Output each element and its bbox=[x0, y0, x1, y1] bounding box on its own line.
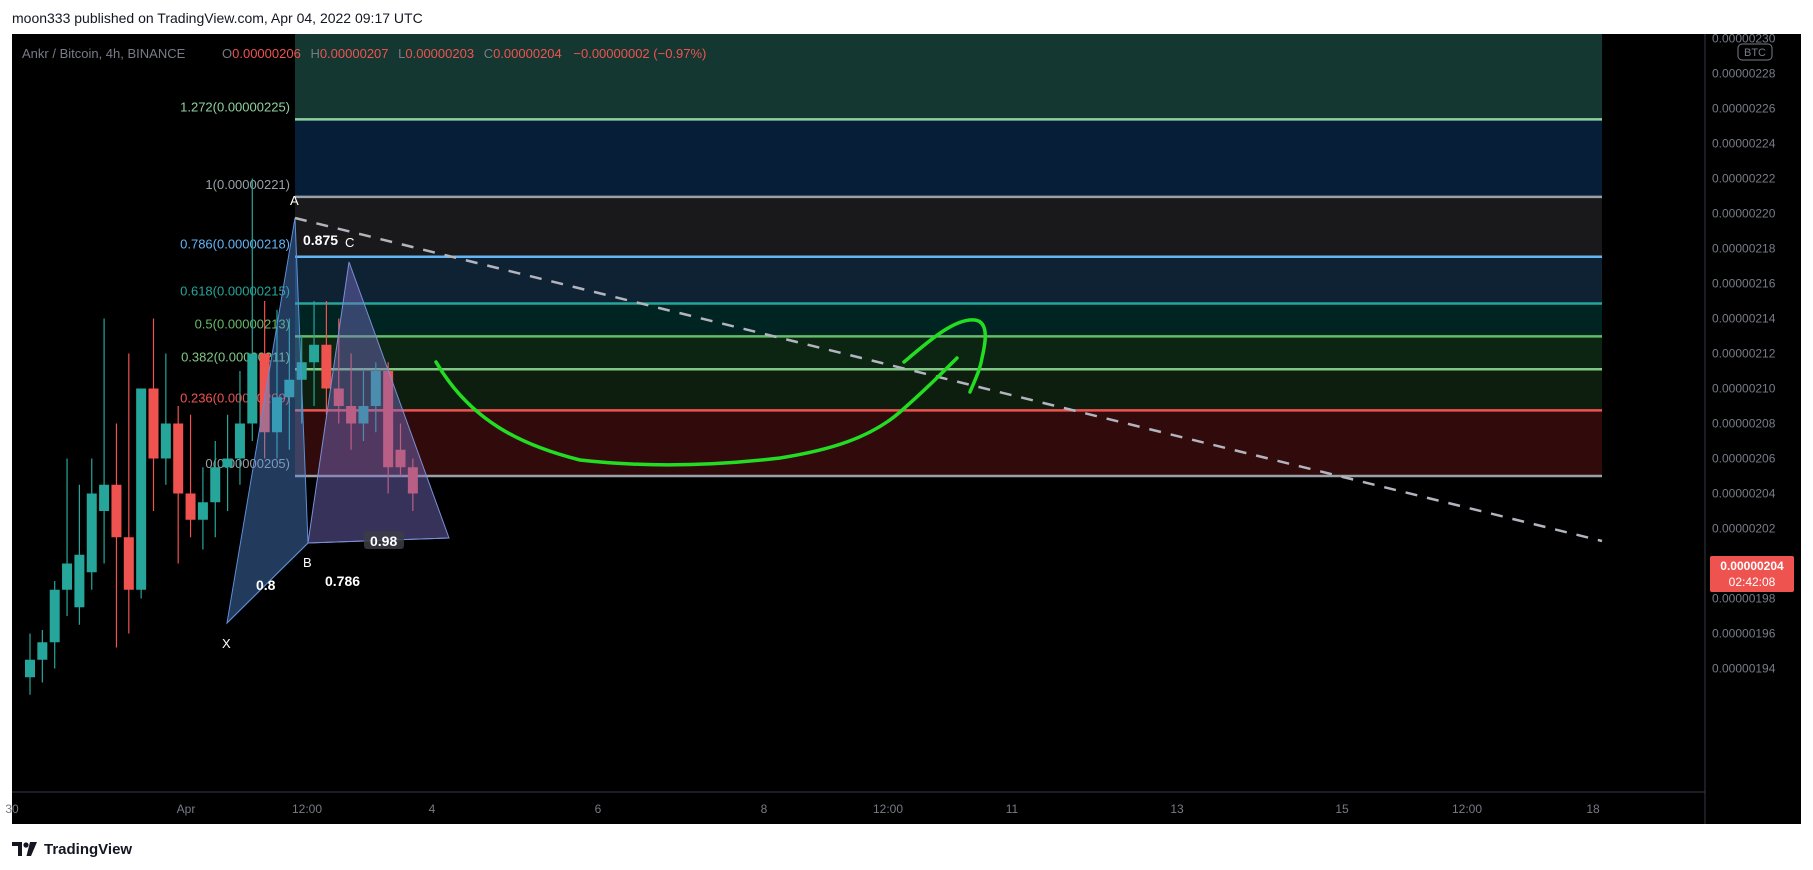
candle-body bbox=[234, 423, 245, 459]
fib-label-4: 0.5(0.00000213) bbox=[195, 316, 290, 331]
fib-zone-0 bbox=[295, 119, 1602, 197]
fib-zone-1 bbox=[295, 196, 1602, 257]
time-label: Apr bbox=[177, 802, 196, 816]
fib-zone-5 bbox=[295, 369, 1602, 411]
ratio-label-xab: 0.8 bbox=[256, 577, 276, 593]
candle-body bbox=[247, 353, 258, 424]
price-label: 0.00000216 bbox=[1712, 277, 1776, 291]
candle-body bbox=[123, 537, 134, 590]
time-label: 12:00 bbox=[292, 802, 322, 816]
price-label: 0.00000198 bbox=[1712, 592, 1776, 606]
legend-l-value: 0.00000203 bbox=[405, 46, 474, 61]
legend-o-value: 0.00000206 bbox=[232, 46, 301, 61]
candle-body bbox=[86, 493, 97, 573]
candle-body bbox=[210, 467, 221, 503]
price-label: 0.00000196 bbox=[1712, 627, 1776, 641]
bar-countdown: 02:42:08 bbox=[1729, 575, 1776, 589]
price-label: 0.00000208 bbox=[1712, 417, 1776, 431]
legend-h-label: H bbox=[310, 46, 319, 61]
candle-body bbox=[74, 554, 85, 608]
price-label: 0.00000222 bbox=[1712, 172, 1776, 186]
candle-body bbox=[37, 642, 48, 660]
price-label: 0.00000226 bbox=[1712, 102, 1776, 116]
candle-body bbox=[173, 423, 184, 494]
time-label: 6 bbox=[595, 802, 602, 816]
chart[interactable]: 1.272(0.00000225) 1(0.00000221) 0.786(0.00… bbox=[0, 0, 1813, 870]
legend: Ankr / Bitcoin, 4h, BINANCE O0.00000206 … bbox=[22, 46, 706, 61]
point-label-x: X bbox=[222, 636, 231, 651]
price-label: 0.00000228 bbox=[1712, 67, 1776, 81]
price-label: 0.00000204 bbox=[1712, 487, 1776, 501]
price-label: 0.00000218 bbox=[1712, 242, 1776, 256]
candle-body bbox=[136, 388, 147, 590]
ratio-label-xd: 0.98 bbox=[370, 533, 397, 549]
time-label: 18 bbox=[1586, 802, 1600, 816]
candle-body bbox=[49, 589, 60, 643]
fib-label-0: 1.272(0.00000225) bbox=[180, 99, 290, 114]
candle-body bbox=[62, 563, 73, 590]
fib-label-2: 0.786(0.00000218) bbox=[180, 237, 290, 252]
ratio-label-bc: 0.786 bbox=[325, 573, 360, 589]
fib-label-3: 0.618(0.00000215) bbox=[180, 283, 290, 298]
candle-body bbox=[321, 344, 332, 389]
time-label: 13 bbox=[1170, 802, 1184, 816]
candle-body bbox=[25, 659, 35, 678]
candle-body bbox=[197, 502, 208, 520]
point-label-c: C bbox=[345, 235, 354, 250]
current-price: 0.00000204 bbox=[1720, 559, 1784, 573]
fib-label-1: 1(0.00000221) bbox=[205, 177, 290, 192]
time-label: 30 bbox=[5, 802, 19, 816]
price-label: 0.00000214 bbox=[1712, 312, 1776, 326]
time-label: 11 bbox=[1006, 802, 1019, 816]
ratio-label-abc: 0.875 bbox=[303, 232, 338, 248]
legend-symbol: Ankr / Bitcoin, 4h, BINANCE bbox=[22, 46, 186, 61]
candle-body bbox=[148, 388, 159, 459]
price-label: 0.00000220 bbox=[1712, 207, 1776, 221]
time-axis-pane[interactable] bbox=[12, 792, 1704, 824]
candle-body bbox=[160, 423, 171, 459]
time-label: 12:00 bbox=[873, 802, 903, 816]
currency-label: BTC bbox=[1744, 47, 1766, 59]
price-label: 0.00000224 bbox=[1712, 137, 1776, 151]
footer-brand: TradingView bbox=[44, 840, 133, 858]
tradingview-logo-icon bbox=[12, 842, 37, 856]
fib-zone-3 bbox=[295, 303, 1602, 337]
price-label: 0.00000230 bbox=[1712, 32, 1776, 46]
time-label: 4 bbox=[429, 802, 436, 816]
price-label: 0.00000210 bbox=[1712, 382, 1776, 396]
time-label: 8 bbox=[761, 802, 768, 816]
legend-c-label: C bbox=[484, 46, 493, 61]
legend-change: −0.00000002 (−0.97%) bbox=[573, 46, 706, 61]
legend-o-label: O bbox=[222, 46, 232, 61]
price-label: 0.00000194 bbox=[1712, 662, 1776, 676]
candle-body bbox=[111, 484, 122, 538]
legend-ohlc: O0.00000206 H0.00000207 L0.00000203 C0.0… bbox=[222, 46, 706, 61]
footer[interactable]: TradingView bbox=[12, 838, 132, 860]
legend-l-label: L bbox=[398, 46, 405, 61]
price-label: 0.00000212 bbox=[1712, 347, 1776, 361]
price-label: 0.00000202 bbox=[1712, 522, 1776, 536]
point-label-b: B bbox=[303, 555, 312, 570]
legend-c-value: 0.00000204 bbox=[493, 46, 562, 61]
price-label: 0.00000206 bbox=[1712, 452, 1776, 466]
candle-body bbox=[309, 344, 320, 363]
legend-h-value: 0.00000207 bbox=[320, 46, 389, 61]
candle-body bbox=[222, 458, 233, 468]
fib-zone-2 bbox=[295, 256, 1602, 304]
time-label: 12:00 bbox=[1452, 802, 1482, 816]
time-label: 15 bbox=[1335, 802, 1349, 816]
candle-body bbox=[185, 493, 196, 520]
point-label-a: A bbox=[290, 193, 299, 208]
candle-body bbox=[99, 484, 110, 511]
